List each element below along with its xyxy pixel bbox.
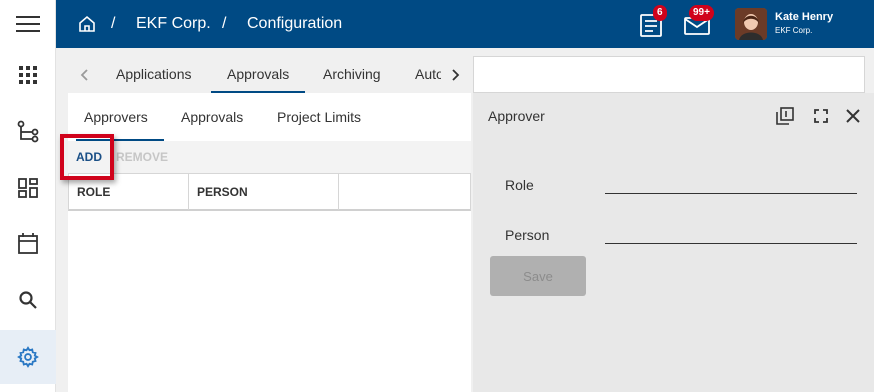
breadcrumb-separator: / (111, 15, 116, 32)
tab-archiving[interactable]: Archiving (323, 56, 381, 93)
avatar[interactable] (735, 8, 767, 40)
top-tab-bar: Applications Approvals Archiving Automat… (68, 56, 471, 93)
mail-badge: 99+ (689, 5, 714, 21)
grid-header: ROLE PERSON (68, 173, 471, 211)
approver-detail-panel: Approver Role Person Save (473, 93, 874, 392)
person-field[interactable] (605, 243, 857, 244)
column-person[interactable]: PERSON (197, 174, 248, 210)
apps-grid-icon[interactable] (0, 51, 56, 99)
breadcrumb-separator: / (222, 15, 227, 32)
tab-applications[interactable]: Applications (116, 56, 192, 93)
dashboard-icon[interactable] (0, 164, 56, 212)
approvers-panel: Approvers Approvals Project Limits ADD R… (68, 93, 471, 392)
close-icon[interactable] (844, 107, 862, 125)
tasks-button[interactable]: 6 (636, 5, 667, 39)
fullscreen-icon[interactable] (812, 107, 830, 125)
breadcrumb-configuration[interactable]: Configuration (247, 0, 342, 48)
save-button[interactable]: Save (490, 256, 586, 296)
grid-toolbar: ADD REMOVE (68, 141, 471, 173)
open-window-icon[interactable] (776, 107, 794, 125)
remove-button[interactable]: REMOVE (116, 141, 168, 173)
home-icon[interactable] (78, 15, 96, 33)
tabs-scroll-left-icon[interactable] (74, 56, 94, 93)
breadcrumb-company[interactable]: EKF Corp. (136, 0, 211, 48)
calendar-icon[interactable] (0, 219, 56, 267)
subtab-approvals[interactable]: Approvals (181, 93, 243, 141)
tab-automation[interactable]: Automation (415, 56, 441, 93)
subtab-project-limits[interactable]: Project Limits (277, 93, 361, 141)
highlight-box (60, 134, 114, 180)
person-label: Person (505, 227, 550, 243)
tab-approvals[interactable]: Approvals (211, 56, 306, 93)
column-divider (188, 174, 189, 210)
menu-icon[interactable] (0, 0, 56, 48)
user-name[interactable]: Kate Henry (775, 11, 833, 23)
top-header: / EKF Corp. / Configuration 6 99+ Kate H… (56, 0, 874, 48)
mail-button[interactable]: 99+ (682, 5, 714, 39)
role-field[interactable] (605, 193, 857, 194)
search-input[interactable] (473, 56, 865, 93)
column-divider (338, 174, 339, 210)
settings-icon[interactable] (0, 330, 56, 384)
tabs-scroll-right-icon[interactable] (446, 56, 466, 93)
tasks-badge: 6 (653, 5, 667, 21)
detail-title: Approver (488, 108, 545, 124)
role-label: Role (505, 177, 534, 193)
search-icon[interactable] (0, 276, 56, 324)
user-org: EKF Corp. (775, 26, 813, 35)
workflow-tree-icon[interactable] (0, 108, 56, 156)
left-rail (0, 0, 56, 392)
